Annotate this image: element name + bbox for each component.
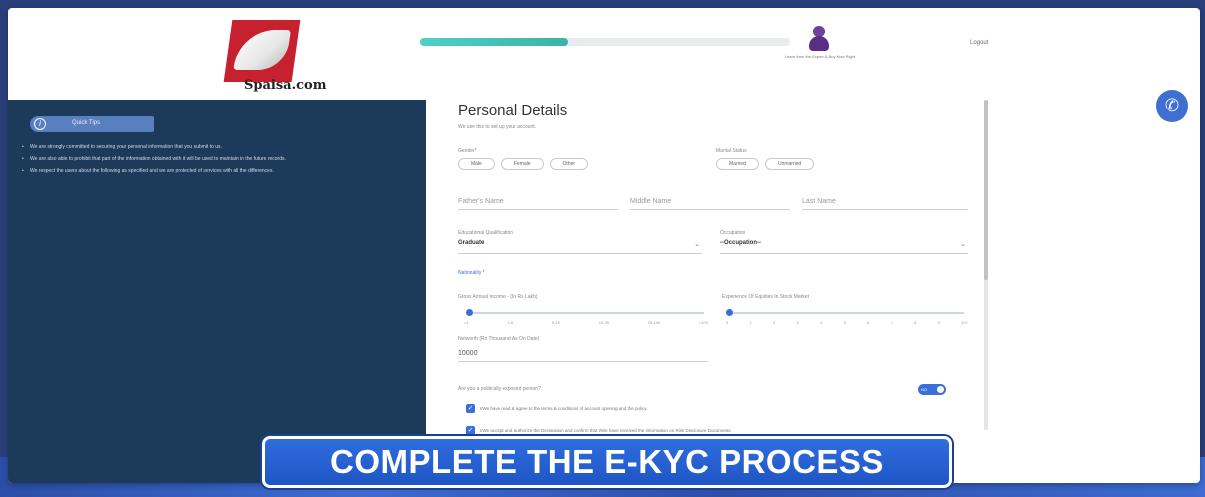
declaration-checkbox[interactable]: ✓ [466, 426, 475, 435]
tick-label: 4 [820, 320, 823, 325]
app-window: Spaisa.com Learn from the Expert & Buy N… [8, 8, 1200, 483]
list-item: We are strongly committed to securing yo… [22, 144, 412, 151]
tick-label: 3 [796, 320, 799, 325]
quick-tips-badge: i Quick Tips [30, 116, 154, 132]
tick-label: 8 [914, 320, 917, 325]
networth-field[interactable]: 10000 [458, 344, 708, 362]
experience-label: Experience Of Equities In Stock Market [722, 294, 809, 300]
tick-label: 25-100 [647, 320, 661, 325]
occupation-value: --Occupation-- [720, 240, 761, 246]
middle-name-field[interactable]: Middle Name [630, 192, 790, 210]
quick-tips-label: Quick Tips [72, 120, 101, 126]
nationality-link[interactable]: Nationality * [458, 270, 485, 276]
gender-option-other[interactable]: Other [549, 158, 589, 170]
scrollbar-thumb[interactable] [984, 100, 988, 280]
toggle-knob [937, 386, 944, 393]
ekyc-banner: COMPLETE THE E-KYC PROCESS [262, 436, 952, 488]
onboarding-progress-bar [420, 38, 790, 46]
occupation-label: Occupation [720, 230, 746, 236]
experience-slider[interactable] [726, 309, 964, 316]
tick-label: 5 [843, 320, 846, 325]
tick-label: 6 [867, 320, 870, 325]
progress-fill [420, 38, 568, 46]
personal-details-form: Personal Details We use this to set up y… [454, 100, 974, 480]
experience-ticks: 0 1 2 3 4 5 6 7 8 9 10+ [726, 320, 968, 325]
politically-exposed-label: Are you a politically exposed person? [458, 386, 541, 392]
gender-label: Gender* [458, 148, 477, 154]
last-name-field[interactable]: Last Name [802, 192, 968, 210]
occupation-select[interactable]: --Occupation-- ⌄ [720, 240, 968, 254]
logo-mark [223, 20, 301, 82]
brand-logo[interactable]: Spaisa.com [222, 20, 342, 98]
sidebar: i Quick Tips We are strongly committed t… [8, 100, 426, 483]
income-slider[interactable] [466, 309, 704, 316]
chevron-down-icon: ⌄ [960, 241, 966, 248]
marital-options: Married Unmarried [716, 158, 815, 170]
logo-text: Spaisa.com [244, 78, 327, 93]
declaration-checkbox-label: I/We accept and authorize the Declaratio… [480, 428, 732, 433]
income-label: Gross Annual Income - (In Rs Lakh) [458, 294, 538, 300]
father-name-field[interactable]: Father's Name [458, 192, 618, 210]
chevron-down-icon: ⌄ [694, 241, 700, 248]
networth-label: Networth (Rs Thousand As On Date) [458, 336, 540, 342]
gender-option-female[interactable]: Female [500, 158, 544, 170]
tick-label: >100 [698, 320, 708, 325]
terms-checkbox[interactable]: ✓ [466, 404, 475, 413]
info-icon: i [34, 118, 46, 130]
tick-label: <1 [464, 320, 469, 325]
experience-slider-thumb[interactable] [726, 309, 733, 316]
phone-icon[interactable]: ✆ [1156, 90, 1188, 122]
list-item: We respect the users about the following… [22, 168, 412, 175]
gender-options: Male Female Other [458, 158, 589, 170]
tick-label: 1 [749, 320, 752, 325]
tick-label: 10-25 [598, 320, 609, 325]
toggle-label: NO [921, 387, 927, 392]
gender-option-male[interactable]: Male [458, 158, 495, 170]
marital-option-married[interactable]: Married [716, 158, 759, 170]
tick-label: 0 [726, 320, 729, 325]
education-value: Graduate [458, 240, 485, 246]
tick-label: 7 [890, 320, 893, 325]
tick-label: 9 [937, 320, 940, 325]
form-scrollbar[interactable] [984, 100, 988, 430]
tips-list: We are strongly committed to securing yo… [22, 144, 412, 180]
marital-status-label: Marital Status [716, 148, 747, 154]
list-item: We are also able to prohibit that part o… [22, 156, 412, 163]
logout-link[interactable]: Logout [970, 40, 988, 46]
tick-label: 1-5 [507, 320, 514, 325]
page-subtitle: We use this to set up your account. [458, 124, 537, 130]
tick-label: 5-10 [551, 320, 560, 325]
terms-checkbox-label: I/We have read & agree to the terms & co… [480, 406, 648, 411]
avatar-caption: Learn from the Expert & Buy Now Right [784, 54, 856, 59]
tick-label: 10+ [961, 320, 968, 325]
income-ticks: <1 1-5 5-10 10-25 25-100 >100 [464, 320, 708, 325]
education-select[interactable]: Graduate ⌄ [458, 240, 702, 254]
page-title: Personal Details [458, 102, 568, 119]
tick-label: 2 [773, 320, 776, 325]
marital-option-unmarried[interactable]: Unmarried [764, 158, 815, 170]
income-slider-thumb[interactable] [466, 309, 473, 316]
politically-exposed-toggle[interactable]: NO [918, 384, 946, 395]
user-avatar-icon[interactable] [808, 26, 830, 52]
education-label: Educational Qualification [458, 230, 514, 236]
